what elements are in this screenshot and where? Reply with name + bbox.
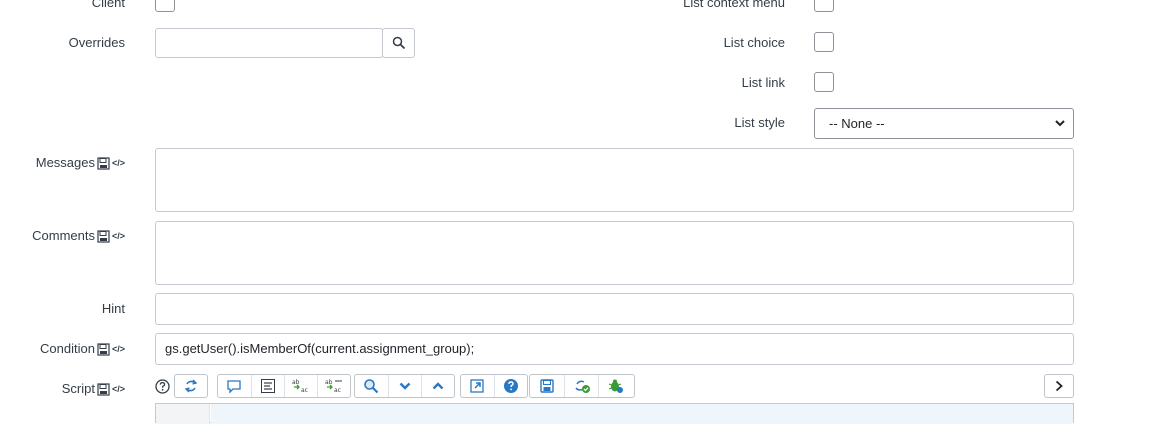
toolbar-expand-button[interactable] [1044, 374, 1074, 398]
list-context-menu-label: List context menu [683, 0, 785, 10]
comment-button[interactable] [218, 375, 251, 397]
code-icon[interactable]: </> [112, 381, 125, 397]
editor-search-group [354, 374, 455, 398]
comments-label: Comments </> [32, 228, 125, 244]
magnifier-icon [363, 378, 379, 394]
client-checkbox[interactable] [155, 0, 175, 12]
help-icon[interactable] [155, 379, 170, 394]
script-label: Script </> [62, 381, 125, 397]
list-choice-label: List choice [723, 35, 785, 50]
save-icon[interactable] [97, 382, 110, 396]
comments-textarea[interactable] [155, 221, 1074, 285]
floppy-disk-icon [539, 378, 555, 394]
list-link-checkbox[interactable] [814, 72, 834, 92]
hint-label: Hint [101, 301, 125, 316]
save-icon[interactable] [97, 156, 110, 170]
code-icon[interactable]: </> [112, 155, 125, 171]
code-icon[interactable]: </> [112, 228, 125, 244]
chevron-right-icon [1054, 380, 1064, 392]
svg-text:ac: ac [334, 387, 341, 394]
hint-input[interactable] [155, 293, 1074, 325]
editor-format-group: ab ac ab ac [217, 374, 351, 398]
list-style-label: List style [734, 115, 785, 130]
replace-all-button[interactable]: ab ac [316, 375, 350, 397]
format-code-button[interactable] [250, 375, 284, 397]
list-style-select[interactable]: -- None -- [814, 108, 1074, 139]
script-label-text: Script [61, 381, 95, 396]
client-label: Client [91, 0, 125, 10]
fullscreen-button[interactable] [461, 375, 494, 397]
editor-misc-group [460, 374, 528, 398]
condition-input[interactable]: gs.getUser().isMemberOf(current.assignme… [155, 333, 1074, 365]
script-editor-gutter [156, 404, 210, 424]
messages-label: Messages </> [36, 155, 125, 171]
overrides-label: Overrides [68, 35, 125, 50]
code-icon[interactable]: </> [112, 341, 125, 357]
svg-text:ab: ab [292, 379, 300, 386]
list-context-menu-checkbox[interactable] [814, 0, 834, 12]
toggle-syntax-editor-button[interactable] [174, 374, 208, 398]
svg-text:ab: ab [325, 379, 333, 386]
comments-label-text: Comments [32, 228, 95, 243]
find-previous-button[interactable] [421, 375, 454, 397]
replace-icon: ab ac [291, 378, 311, 394]
messages-textarea[interactable] [155, 148, 1074, 212]
validate-script-button[interactable] [564, 375, 598, 397]
align-text-icon [260, 378, 276, 394]
save-icon[interactable] [97, 342, 110, 356]
chevron-down-icon [399, 381, 411, 391]
list-link-label: List link [741, 75, 785, 90]
chevron-up-icon [432, 381, 444, 391]
overrides-input[interactable] [155, 28, 383, 58]
find-button[interactable] [355, 375, 388, 397]
replace-all-icon: ab ac [324, 378, 344, 394]
validate-check-icon [573, 378, 591, 394]
help-button[interactable] [493, 375, 527, 397]
bug-icon [607, 378, 625, 394]
editor-actions-group [529, 374, 635, 398]
save-script-button[interactable] [530, 375, 564, 397]
list-choice-checkbox[interactable] [814, 32, 834, 52]
speech-bubble-icon [226, 378, 242, 394]
replace-button[interactable]: ab ac [283, 375, 317, 397]
messages-label-text: Messages [35, 155, 95, 170]
script-editor-active-line [211, 404, 1073, 424]
svg-text:ac: ac [301, 387, 308, 394]
save-icon[interactable] [97, 229, 110, 243]
chevron-down-icon [1055, 120, 1065, 127]
script-editor[interactable] [155, 403, 1074, 424]
question-circle-icon [503, 378, 519, 394]
sync-arrows-icon [183, 378, 199, 394]
condition-value: gs.getUser().isMemberOf(current.assignme… [165, 341, 475, 356]
list-style-selected-value: -- None -- [829, 116, 885, 131]
expand-arrow-icon [469, 378, 485, 394]
condition-label-text: Condition [40, 341, 95, 356]
condition-label: Condition </> [40, 341, 125, 357]
search-icon [392, 36, 406, 50]
find-next-button[interactable] [387, 375, 421, 397]
overrides-lookup-button[interactable] [382, 28, 415, 58]
debug-script-button[interactable] [598, 375, 632, 397]
